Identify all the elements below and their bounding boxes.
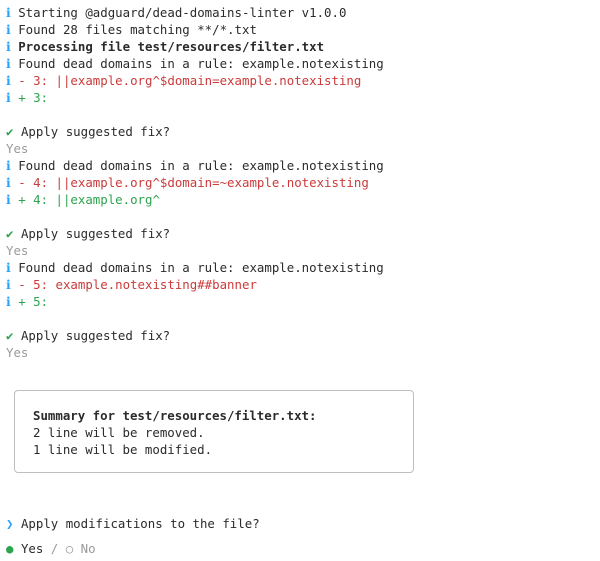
log-text: Starting @adguard/dead-domains-linter v1… bbox=[18, 5, 346, 20]
info-icon: ℹ bbox=[6, 277, 11, 292]
final-question-text: Apply modifications to the file? bbox=[21, 516, 260, 531]
bullet-open-icon: ○ bbox=[66, 541, 73, 556]
info-icon: ℹ bbox=[6, 175, 11, 190]
final-question: ❯ Apply modifications to the file? bbox=[6, 515, 594, 532]
bullet-filled-icon: ● bbox=[6, 541, 13, 556]
info-icon: ℹ bbox=[6, 158, 11, 173]
log-text: Found 28 files matching **/*.txt bbox=[18, 22, 257, 37]
diff-minus-2: ℹ - 4: ||example.org^$domain=~example.no… bbox=[6, 174, 594, 191]
prompt-text: Apply suggested fix? bbox=[21, 124, 170, 139]
info-icon: ℹ bbox=[6, 73, 11, 88]
summary-title: Summary for test/resources/filter.txt: bbox=[33, 407, 395, 424]
diff-removed: - 3: ||example.org^$domain=example.notex… bbox=[18, 73, 361, 88]
check-icon: ✔ bbox=[6, 124, 13, 139]
log-text: Found dead domains in a rule: example.no… bbox=[18, 158, 384, 173]
diff-plus-1: ℹ + 3: bbox=[6, 89, 594, 106]
diff-plus-2: ℹ + 4: ||example.org^ bbox=[6, 191, 594, 208]
spacer bbox=[6, 208, 594, 225]
spacer bbox=[6, 106, 594, 123]
spacer bbox=[6, 481, 594, 498]
info-icon: ℹ bbox=[6, 56, 11, 71]
diff-added: + 4: ||example.org^ bbox=[18, 192, 160, 207]
info-icon: ℹ bbox=[6, 5, 11, 20]
summary-removed: 2 line will be removed. bbox=[33, 424, 395, 441]
diff-minus-1: ℹ - 3: ||example.org^$domain=example.not… bbox=[6, 72, 594, 89]
info-icon: ℹ bbox=[6, 294, 11, 309]
info-icon: ℹ bbox=[6, 90, 11, 105]
apply-question-2: ✔ Apply suggested fix? bbox=[6, 225, 594, 242]
prompt-text: Apply suggested fix? bbox=[21, 328, 170, 343]
answer-yes-3: Yes bbox=[6, 344, 594, 361]
log-line-found-dead-1: ℹ Found dead domains in a rule: example.… bbox=[6, 55, 594, 72]
choice-yes[interactable]: Yes bbox=[21, 541, 43, 556]
check-icon: ✔ bbox=[6, 226, 13, 241]
answer-yes-1: Yes bbox=[6, 140, 594, 157]
apply-question-1: ✔ Apply suggested fix? bbox=[6, 123, 594, 140]
log-line-processing: ℹ Processing file test/resources/filter.… bbox=[6, 38, 594, 55]
check-icon: ✔ bbox=[6, 328, 13, 343]
spacer bbox=[6, 310, 594, 327]
diff-plus-3: ℹ + 5: bbox=[6, 293, 594, 310]
log-text: Found dead domains in a rule: example.no… bbox=[18, 260, 384, 275]
choice-separator: / bbox=[51, 541, 58, 556]
info-icon: ℹ bbox=[6, 22, 11, 37]
prompt-text: Apply suggested fix? bbox=[21, 226, 170, 241]
log-line-start: ℹ Starting @adguard/dead-domains-linter … bbox=[6, 4, 594, 21]
info-icon: ℹ bbox=[6, 39, 11, 54]
log-text: Processing file test/resources/filter.tx… bbox=[18, 39, 324, 54]
apply-question-3: ✔ Apply suggested fix? bbox=[6, 327, 594, 344]
answer-yes-2: Yes bbox=[6, 242, 594, 259]
info-icon: ℹ bbox=[6, 260, 11, 275]
log-line-found-dead-3: ℹ Found dead domains in a rule: example.… bbox=[6, 259, 594, 276]
summary-box: Summary for test/resources/filter.txt: 2… bbox=[14, 390, 414, 473]
final-choices[interactable]: ● Yes / ○ No bbox=[6, 540, 594, 557]
log-text: Found dead domains in a rule: example.no… bbox=[18, 56, 384, 71]
diff-added: + 3: bbox=[18, 90, 48, 105]
log-line-found-files: ℹ Found 28 files matching **/*.txt bbox=[6, 21, 594, 38]
info-icon: ℹ bbox=[6, 192, 11, 207]
log-line-found-dead-2: ℹ Found dead domains in a rule: example.… bbox=[6, 157, 594, 174]
summary-modified: 1 line will be modified. bbox=[33, 441, 395, 458]
diff-removed: - 5: example.notexisting##banner bbox=[18, 277, 257, 292]
diff-minus-3: ℹ - 5: example.notexisting##banner bbox=[6, 276, 594, 293]
spacer bbox=[6, 361, 594, 378]
diff-added: + 5: bbox=[18, 294, 48, 309]
diff-removed: - 4: ||example.org^$domain=~example.note… bbox=[18, 175, 369, 190]
choice-no[interactable]: No bbox=[81, 541, 96, 556]
spacer bbox=[6, 498, 594, 515]
prompt-icon: ❯ bbox=[6, 516, 13, 531]
